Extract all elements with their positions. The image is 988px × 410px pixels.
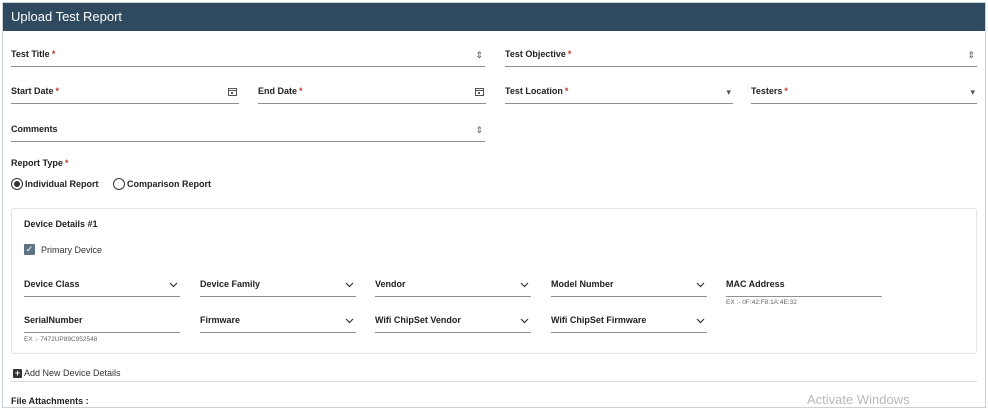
end-date-label: End Date (258, 86, 298, 96)
caret-down-icon[interactable]: ▾ (726, 87, 731, 97)
test-objective-field[interactable]: Test Objective * ⇕ (505, 47, 977, 67)
radio-unselected-icon[interactable] (113, 178, 125, 190)
calendar-icon[interactable] (228, 87, 237, 98)
radio-individual-report[interactable]: Individual Report (11, 178, 99, 190)
required-mark: * (51, 49, 56, 59)
divider (11, 381, 977, 382)
chevron-down-icon[interactable] (696, 316, 705, 326)
required-mark: * (564, 86, 569, 96)
report-type-label: Report Type (11, 158, 63, 168)
start-date-label: Start Date (11, 86, 54, 96)
device-class-select[interactable]: Device Class (24, 277, 180, 297)
serial-number-label: SerialNumber (24, 315, 83, 325)
radio-comparison-report[interactable]: Comparison Report (113, 178, 211, 190)
test-location-label: Test Location (505, 86, 563, 96)
mac-address-hint: EX :- 0F:42:F8:1A:4E:32 (726, 299, 797, 306)
required-mark: * (299, 86, 303, 96)
comments-field[interactable]: Comments ⇕ (11, 122, 485, 142)
testers-label: Testers (751, 86, 783, 96)
add-new-device-button[interactable]: + Add New Device Details (13, 368, 121, 378)
firmware-label: Firmware (200, 315, 241, 325)
device-details-title: Device Details #1 (24, 219, 98, 229)
radio-comparison-label: Comparison Report (127, 179, 212, 189)
wifi-chipset-vendor-select[interactable]: Wifi ChipSet Vendor (375, 313, 531, 333)
plus-icon: + (13, 367, 22, 378)
required-mark: * (55, 86, 60, 96)
required-mark: * (784, 86, 788, 96)
wifi-chipset-firmware-select[interactable]: Wifi ChipSet Firmware (551, 313, 707, 333)
test-objective-label: Test Objective (505, 49, 566, 59)
caret-down-icon[interactable]: ▾ (970, 87, 975, 97)
spinner-icon[interactable]: ⇕ (967, 50, 975, 60)
firmware-select[interactable]: Firmware (200, 313, 356, 333)
required-mark: * (64, 158, 69, 168)
device-class-label: Device Class (24, 279, 80, 289)
wifi-chipset-vendor-label: Wifi ChipSet Vendor (375, 315, 461, 325)
model-number-select[interactable]: Model Number (551, 277, 707, 297)
device-family-label: Device Family (200, 279, 261, 289)
test-title-label: Test Title (11, 49, 50, 59)
vendor-select[interactable]: Vendor (375, 277, 531, 297)
test-location-select[interactable]: Test Location * ▾ (505, 84, 733, 104)
serial-number-field[interactable]: SerialNumber (24, 313, 180, 333)
radio-individual-label: Individual Report (25, 179, 99, 189)
radio-selected-icon[interactable] (11, 178, 23, 190)
checkbox-checked-icon[interactable]: ✓ (24, 244, 35, 255)
spinner-icon[interactable]: ⇕ (475, 50, 483, 60)
start-date-field[interactable]: Start Date * (11, 84, 239, 104)
primary-device-checkbox[interactable]: ✓ Primary Device (24, 244, 102, 255)
wifi-chipset-firmware-label: Wifi ChipSet Firmware (551, 315, 647, 325)
device-family-select[interactable]: Device Family (200, 277, 356, 297)
activate-windows-watermark: Activate Windows (807, 392, 910, 407)
primary-device-label: Primary Device (41, 244, 103, 255)
panel-header: Upload Test Report (3, 3, 985, 31)
chevron-down-icon[interactable] (169, 280, 178, 290)
spinner-icon[interactable]: ⇕ (475, 125, 483, 135)
comments-label: Comments (11, 124, 58, 134)
panel-title: Upload Test Report (11, 9, 123, 24)
testers-select[interactable]: Testers * ▾ (751, 84, 977, 104)
mac-address-field[interactable]: MAC Address (726, 277, 882, 297)
device-details-card: Device Details #1 ✓ Primary Device Devic… (11, 208, 977, 354)
required-mark: * (567, 49, 572, 59)
chevron-down-icon[interactable] (520, 316, 529, 326)
chevron-down-icon[interactable] (345, 316, 354, 326)
serial-number-hint: EX :- 7472UP89C952548 (24, 336, 98, 343)
chevron-down-icon[interactable] (696, 280, 705, 290)
chevron-down-icon[interactable] (520, 280, 529, 290)
file-attachments-label: File Attachments : (11, 396, 89, 406)
calendar-icon[interactable] (475, 87, 484, 98)
chevron-down-icon[interactable] (345, 280, 354, 290)
add-new-device-label: Add New Device Details (24, 368, 121, 378)
test-title-field[interactable]: Test Title * ⇕ (11, 47, 485, 67)
end-date-field[interactable]: End Date * (258, 84, 486, 104)
model-number-label: Model Number (551, 279, 614, 289)
mac-address-label: MAC Address (726, 279, 785, 289)
vendor-label: Vendor (375, 279, 406, 289)
upload-test-report-panel: Upload Test Report Test Title * ⇕ Test Ob… (2, 2, 986, 408)
